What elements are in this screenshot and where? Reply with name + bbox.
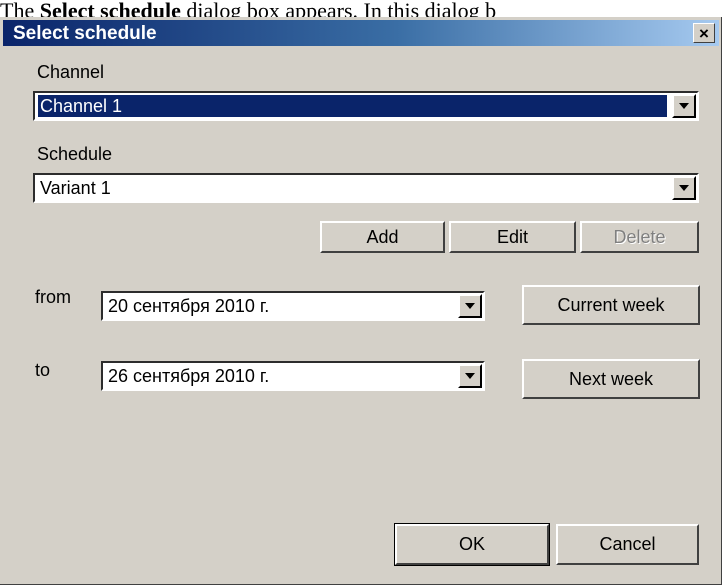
channel-label: Channel [37,62,105,82]
close-icon: × [699,23,709,43]
chevron-down-icon[interactable] [672,94,696,118]
ok-button-label: OK [458,534,485,554]
delete-button-label: Delete [613,226,666,247]
chevron-down-icon[interactable] [672,176,696,200]
edit-button-label: Edit [496,226,529,247]
channel-dropdown[interactable]: Channel 1 [33,91,699,121]
from-date-value: 20 сентября 2010 г. [108,296,270,316]
dialog-title: Select schedule [13,23,157,44]
add-button[interactable]: Add [320,221,445,253]
schedule-value: Variant 1 [40,178,111,198]
schedule-label: Schedule [37,144,113,164]
channel-value: Channel 1 [38,95,667,117]
ok-button[interactable]: OK [394,523,550,566]
from-date-picker[interactable]: 20 сентября 2010 г. [101,291,485,321]
select-schedule-dialog: Select schedule × Channel Channel 1 Sche… [0,17,722,585]
cancel-button-label: Cancel [599,534,656,554]
cancel-button[interactable]: Cancel [556,524,699,565]
close-button[interactable]: × [693,23,715,43]
edit-button[interactable]: Edit [449,221,576,253]
current-week-label: Current week [557,294,665,315]
chevron-down-icon[interactable] [458,294,482,318]
to-date-picker[interactable]: 26 сентября 2010 г. [101,361,485,391]
next-week-label: Next week [568,368,654,389]
next-week-button[interactable]: Next week [522,359,700,399]
dialog-titlebar[interactable]: Select schedule × [3,20,719,46]
schedule-dropdown[interactable]: Variant 1 [33,173,699,203]
add-button-label: Add [366,226,399,247]
delete-button[interactable]: Delete [580,221,699,253]
chevron-down-icon[interactable] [458,364,482,388]
to-label: to [35,360,51,380]
to-date-value: 26 сентября 2010 г. [108,366,270,386]
current-week-button[interactable]: Current week [522,285,700,325]
from-label: from [35,287,71,307]
